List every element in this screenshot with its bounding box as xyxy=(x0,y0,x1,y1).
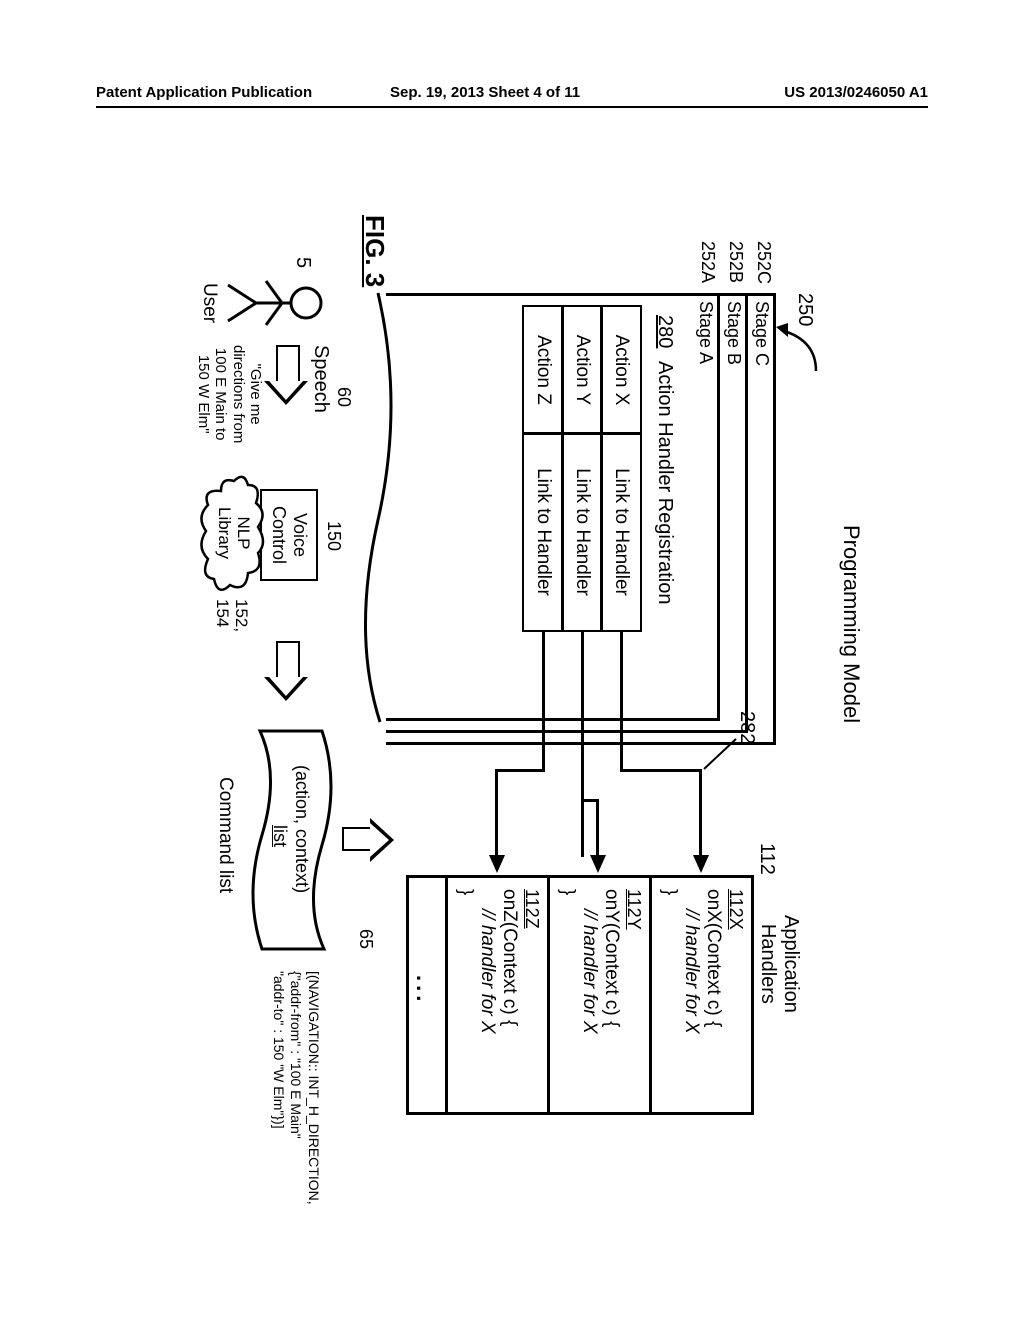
arrow-x-head-icon xyxy=(693,855,709,873)
block-arrow-2 xyxy=(276,641,300,677)
action-cell-z: Action Z xyxy=(522,305,564,435)
stage-c-label: Stage C xyxy=(751,301,772,366)
header-right-text: US 2013/0246050 A1 xyxy=(784,84,928,101)
handler-x-ref: 112X xyxy=(725,889,746,930)
handlers-label: Application Handlers xyxy=(756,915,802,1013)
block-arrow-up-head-icon xyxy=(370,818,394,862)
handler-div-1 xyxy=(649,875,652,1115)
block-arrow-up xyxy=(342,827,372,851)
link-cell-x: Link to Handler xyxy=(600,432,642,632)
ref-282-pointer-icon xyxy=(694,731,740,781)
header-center-text: Sep. 19, 2013 Sheet 4 of 11 xyxy=(390,84,580,101)
stage-a-wave-icon xyxy=(343,290,398,750)
arrow-z-head-icon xyxy=(489,855,505,873)
link-cell-z: Link to Handler xyxy=(522,432,564,632)
stage-b-ref: 252B xyxy=(725,241,746,283)
curve-arrow-icon xyxy=(774,323,824,383)
block-arrow-2-head-icon xyxy=(264,677,308,701)
handler-y-body: // handler for X xyxy=(578,909,600,1034)
user-icon xyxy=(224,273,324,333)
handler-div-2 xyxy=(547,875,550,1115)
handler-z-ref: 112Z xyxy=(521,889,542,929)
stage-c-ref: 252C xyxy=(753,241,774,284)
arrow-x-h xyxy=(620,632,623,772)
user-ref: 5 xyxy=(291,257,314,268)
user-label: User xyxy=(198,283,220,323)
block-arrow-1-head-icon xyxy=(264,381,308,405)
arrow-y-h2 xyxy=(596,799,599,857)
stage-b-label: Stage B xyxy=(723,301,744,365)
speech-quote: "Give me directions from 100 E Main to 1… xyxy=(195,345,264,443)
speech-label: Speech xyxy=(309,345,332,413)
cmd-example: [(NAVIGATION:: INT_H_DIRECTION, {"addr-f… xyxy=(270,971,323,1205)
arrow-z-v xyxy=(495,769,545,772)
header-rule xyxy=(96,106,928,108)
handler-x-close: } xyxy=(658,889,680,895)
header-left-text: Patent Application Publication xyxy=(96,84,312,101)
arrow-y-head-icon xyxy=(590,855,606,873)
handler-x-sig: onX(Context c) { xyxy=(702,889,724,1027)
page-header: Patent Application Publication Sep. 19, … xyxy=(0,82,1024,112)
reg-ref: 280 xyxy=(653,315,676,348)
speech-ref: 60 xyxy=(333,387,354,407)
nlp-label: NLP Library xyxy=(215,507,252,559)
arrow-z-h2 xyxy=(495,769,498,857)
arrow-x-h2 xyxy=(699,769,702,857)
figure-label: FIG. 3 xyxy=(359,215,390,287)
action-cell-x: Action X xyxy=(600,305,642,435)
cmd-ref: 65 xyxy=(355,929,376,949)
action-cell-y: Action Y xyxy=(561,305,603,435)
cmd-banner-bottom: list xyxy=(269,825,290,847)
handler-div-3 xyxy=(445,875,448,1115)
stage-a-ref: 252A xyxy=(697,241,718,283)
voice-control-box: Voice Control xyxy=(260,489,318,581)
handler-z-sig: onZ(Context c) { xyxy=(498,889,520,1026)
handler-y-ref: 112Y xyxy=(623,889,644,930)
handler-z-body: // handler for X xyxy=(476,909,498,1034)
nlp-ref: 152, 154 xyxy=(213,599,250,632)
handler-y-sig: onY(Context c) { xyxy=(600,889,622,1027)
stage-a-label: Stage A xyxy=(695,301,716,364)
handlers-more: ... xyxy=(411,975,437,1005)
arrow-x-v xyxy=(620,769,702,772)
voice-control-ref: 150 xyxy=(323,521,344,551)
arrow-y-h xyxy=(581,632,584,857)
arrow-z-h xyxy=(542,632,545,772)
handlers-ref: 112 xyxy=(755,843,778,875)
link-cell-y: Link to Handler xyxy=(561,432,603,632)
handler-z-close: } xyxy=(454,889,476,895)
cmd-banner-top: (action, context) xyxy=(291,765,312,893)
handler-y-close: } xyxy=(556,889,578,895)
diagram-title: Programming Model xyxy=(838,525,864,723)
figure-diagram: Programming Model FIG. 3 250 252C Stage … xyxy=(152,195,872,1215)
cmd-label: Command list xyxy=(214,777,236,893)
handler-x-body: // handler for X xyxy=(680,909,702,1034)
ref-250: 250 xyxy=(793,293,816,326)
block-arrow-1 xyxy=(276,345,300,381)
reg-label: Action Handler Registration xyxy=(653,361,676,604)
